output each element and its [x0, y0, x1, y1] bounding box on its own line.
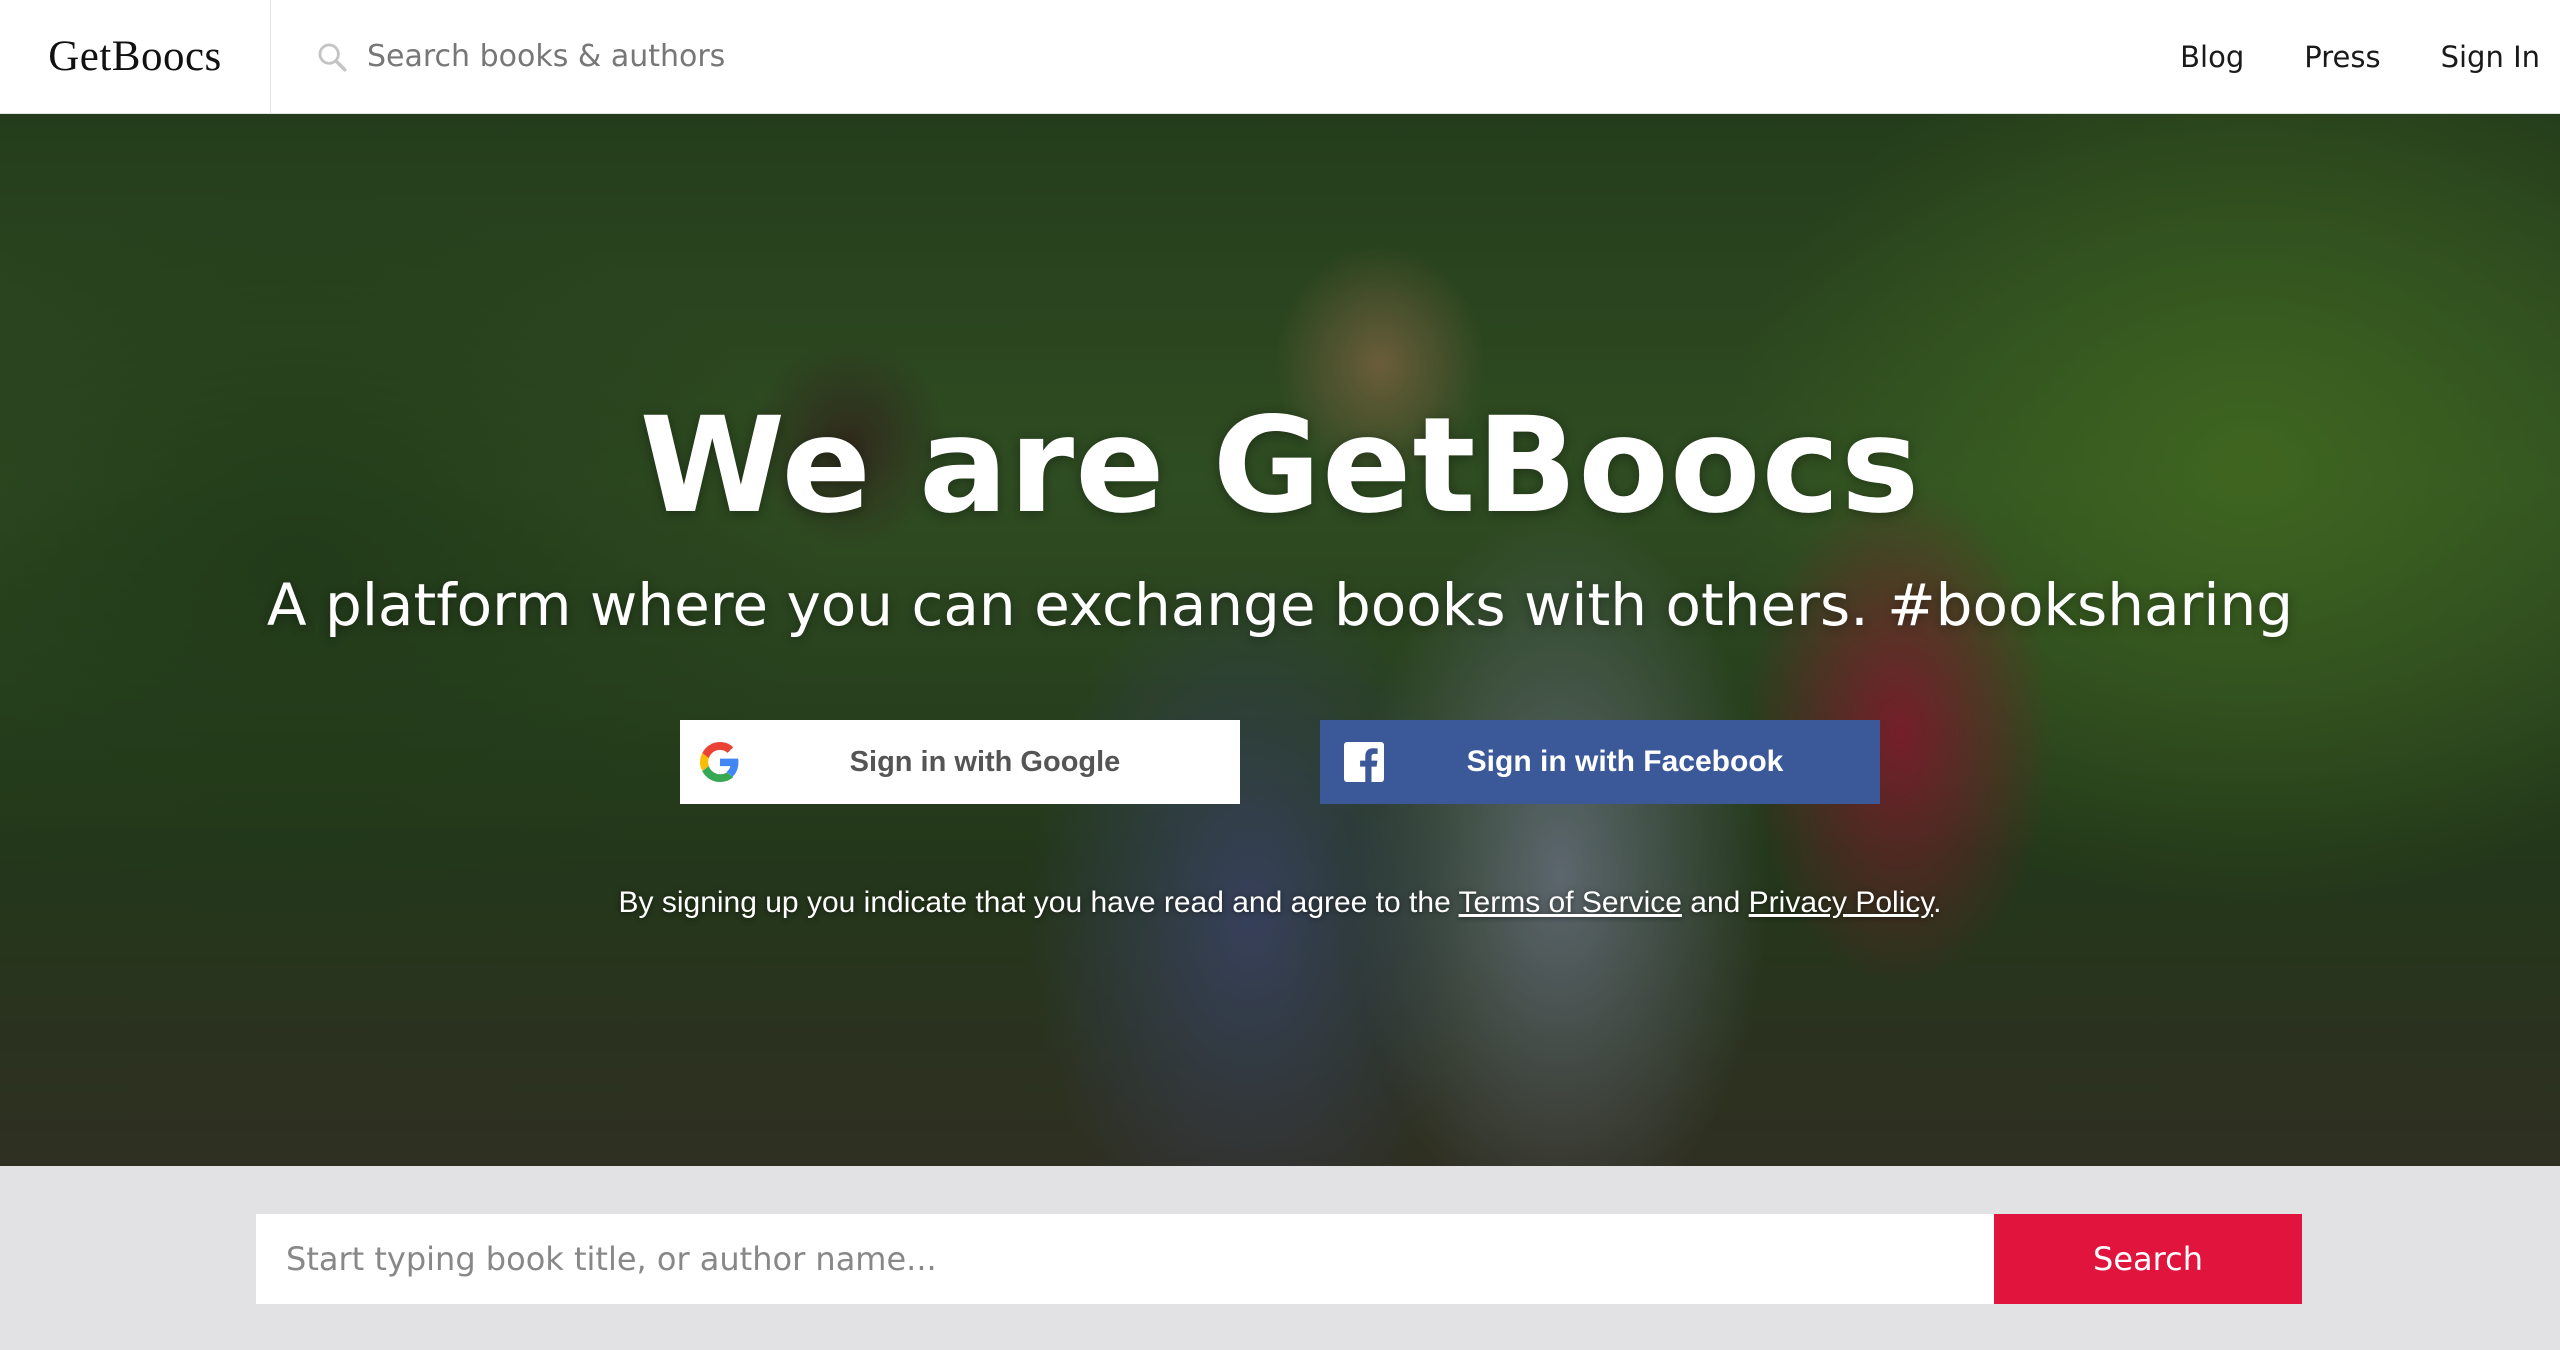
hero-background-photo — [0, 114, 2560, 1166]
hero-subtitle: A platform where you can exchange books … — [266, 571, 2294, 639]
hero-title: We are GetBoocs — [639, 389, 1921, 543]
terms-of-service-link[interactable]: Terms of Service — [1459, 886, 1682, 919]
privacy-policy-link[interactable]: Privacy Policy — [1749, 886, 1933, 919]
terms-prefix: By signing up you indicate that you have… — [618, 886, 1459, 919]
nav-blog[interactable]: Blog — [2180, 40, 2244, 74]
search-button[interactable]: Search — [1994, 1214, 2302, 1304]
facebook-icon — [1344, 742, 1384, 782]
top-header: GetBoocs Blog Press Sign In — [0, 0, 2560, 114]
bottom-search-bar: Search — [0, 1166, 2560, 1350]
terms-suffix: . — [1933, 886, 1942, 919]
hero-section: We are GetBoocs A platform where you can… — [0, 114, 2560, 1166]
sign-in-facebook-button[interactable]: Sign in with Facebook — [1320, 720, 1880, 804]
facebook-button-label: Sign in with Facebook — [1466, 745, 1784, 778]
terms-notice: By signing up you indicate that you have… — [0, 886, 2560, 920]
nav-sign-in[interactable]: Sign In — [2441, 40, 2540, 74]
header-search — [271, 0, 1571, 113]
google-icon — [700, 742, 739, 782]
header-search-input[interactable] — [367, 26, 1367, 87]
google-button-label: Sign in with Google — [849, 745, 1121, 778]
logo[interactable]: GetBoocs — [48, 32, 222, 81]
logo-container: GetBoocs — [0, 0, 271, 113]
nav-press[interactable]: Press — [2304, 40, 2380, 74]
top-nav: Blog Press Sign In — [2180, 0, 2540, 113]
terms-and: and — [1681, 886, 1749, 919]
search-icon — [318, 43, 347, 71]
book-search-input[interactable] — [256, 1214, 1994, 1304]
sign-in-google-button[interactable]: Sign in with Google — [680, 720, 1240, 804]
